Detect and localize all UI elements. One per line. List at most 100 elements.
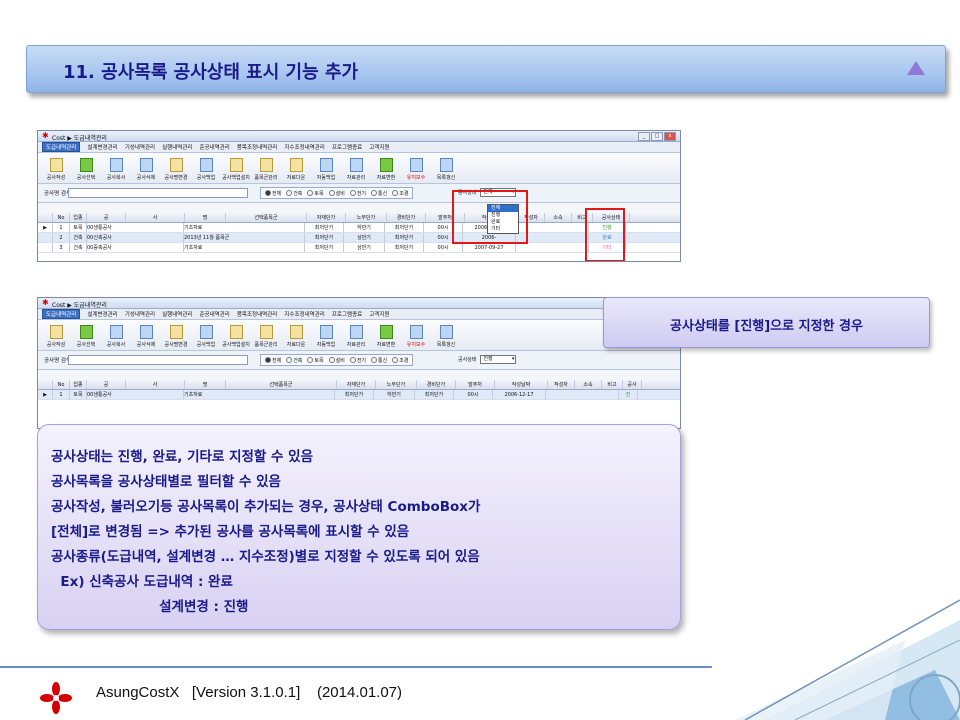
radio-option[interactable]: 통신 [371, 357, 387, 364]
rename-icon [169, 158, 183, 172]
status-combobox[interactable]: 진행 [480, 355, 517, 364]
app-logo-icon: ✱ [42, 298, 49, 307]
maximize-icon[interactable]: □ [651, 132, 663, 141]
toolbar-button[interactable]: 공사작성 [42, 158, 70, 183]
radio-option[interactable]: 토목 [307, 190, 324, 197]
radio-option[interactable]: 통신 [371, 190, 387, 197]
refresh-icon [439, 158, 453, 172]
toolbar-button[interactable]: 공사백업 [192, 325, 220, 350]
menu-item[interactable]: 지수조정내역관리 [284, 143, 324, 151]
toolbar-button[interactable]: 자료변환 [372, 158, 400, 183]
radio-option[interactable]: 건축 [286, 190, 302, 197]
menu-item[interactable]: 고객지원 [369, 310, 389, 318]
radio-option[interactable]: 조경 [392, 190, 408, 197]
menu-item[interactable]: 도급내역관리 [42, 309, 81, 319]
menu-item[interactable]: 준공내역관리 [200, 310, 230, 318]
toolbar-button[interactable]: 자료관리 [342, 325, 370, 350]
toolbar-button[interactable]: 목록갱신 [432, 158, 460, 183]
toolbar-button[interactable]: 공사선택 [72, 158, 100, 183]
toolbar: 공사작성 공사선택 공사복사 공사삭제 공사명변경 공사백업 공사백업설치 품목… [38, 320, 680, 351]
menu-item[interactable]: 품목조정내역관리 [237, 143, 277, 151]
radio-option[interactable]: 설비 [328, 190, 345, 197]
radio-option[interactable]: 조경 [392, 357, 408, 364]
toolbar-button[interactable]: 공사백업설치 [222, 158, 250, 183]
toolbar-button[interactable]: 자동백업 [312, 158, 340, 183]
toolbar-button[interactable]: 공사선택 [72, 325, 100, 350]
triangle-up-icon[interactable] [907, 61, 925, 75]
toolbar-button[interactable]: 자료다운 [282, 158, 310, 183]
menu-item[interactable]: 실행내역관리 [162, 310, 192, 318]
menu-item[interactable]: 프로그램종료 [332, 310, 362, 318]
toolbar-button[interactable]: 품목군관리 [252, 158, 280, 183]
toolbar-button[interactable]: 유지보수 [402, 325, 430, 350]
menu-item[interactable]: 준공내역관리 [200, 143, 230, 151]
toolbar-button[interactable]: 공사복사 [102, 325, 130, 350]
highlight-status-column [585, 208, 625, 261]
search-row: 공사명 검색 전체 건축 토목 설비 전기 통신 조경 공사상태 전체 [38, 184, 680, 203]
note-line: 공사종류(도급내역, 설계변경 … 지수조정)별로 지정할 수 있도록 되어 있… [51, 549, 480, 565]
menu-item[interactable]: 설계변경관리 [87, 310, 117, 318]
table-row[interactable]: ▶ 1 토목 00생통공사 기초자료 최저단가 하반기 최저단가 00시 200… [38, 223, 680, 233]
window-title: Cost ▶ 도급내역관리 [52, 135, 107, 142]
project-grid: No 업종 공 사 명 선택품목군 자재단가 노무단가 경비단가 발주처 작성날… [38, 213, 680, 261]
menu-item[interactable]: 실행내역관리 [162, 143, 192, 151]
copy-icon [109, 158, 123, 172]
toolbar-button[interactable]: 품목군관리 [252, 325, 280, 350]
checkmark-icon [79, 325, 93, 339]
folder-icon [229, 325, 243, 339]
menu-item[interactable]: 지수조정내역관리 [284, 310, 324, 318]
toolbar-button[interactable]: 공사복사 [102, 158, 130, 183]
menu-item[interactable]: 도급내역관리 [42, 142, 81, 152]
delete-icon [139, 158, 153, 172]
toolbar-button[interactable]: 공사명변경 [162, 158, 190, 183]
menu-item[interactable]: 기성내역관리 [125, 310, 155, 318]
radio-option[interactable]: 설비 [328, 357, 345, 364]
radio-option[interactable]: 전기 [349, 190, 366, 197]
window-title: Cost ▶ 도급내역관리 [52, 302, 107, 309]
auto-backup-icon [319, 325, 333, 339]
toolbar-button[interactable]: 공사삭제 [132, 158, 160, 183]
search-input[interactable] [68, 355, 248, 365]
grid-header: No 업종 공 사 명 선택품목군 자재단가 노무단가 경비단가 발주처 작성날… [38, 213, 680, 223]
table-row[interactable]: 2 건축 00신축공사 2013년 11월 품목군 최저단가 상반기 최저단가 … [38, 233, 680, 243]
toolbar-button[interactable]: 자동백업 [312, 325, 340, 350]
table-row[interactable]: ▶ 1 토목 00생통공사 기초자료 최저단가 하반기 최저단가 00시 200… [38, 390, 680, 400]
maintenance-icon [409, 158, 423, 172]
toolbar-button[interactable]: 공사작성 [42, 325, 70, 350]
highlight-status-filter [452, 190, 528, 244]
download-icon [289, 325, 303, 339]
grid-header: No 업종 공 사 명 선택품목군 자재단가 노무단가 경비단가 발주처 작성날… [38, 380, 680, 390]
menu-item[interactable]: 기성내역관리 [125, 143, 155, 151]
toolbar-button[interactable]: 공사명변경 [162, 325, 190, 350]
toolbar-button[interactable]: 공사백업 [192, 158, 220, 183]
menu-item[interactable]: 프로그램종료 [332, 143, 362, 151]
toolbar-button[interactable]: 공사백업설치 [222, 325, 250, 350]
radio-option[interactable]: 건축 [286, 357, 302, 364]
radio-option[interactable]: 전체 [265, 190, 281, 197]
search-input[interactable] [68, 188, 248, 198]
radio-option[interactable]: 토목 [307, 357, 324, 364]
close-icon[interactable]: x [664, 132, 676, 141]
window-controls: _ □ x [638, 132, 676, 141]
backup-icon [199, 158, 213, 172]
toolbar-button[interactable]: 자료관리 [342, 158, 370, 183]
radio-option[interactable]: 전체 [265, 357, 281, 364]
toolbar-button[interactable]: 자료변환 [372, 325, 400, 350]
menu-item[interactable]: 품목조정내역관리 [237, 310, 277, 318]
footer-version-text: AsungCostX [Version 3.1.0.1] (2014.01.07… [96, 684, 403, 701]
toolbar-button[interactable]: 공사삭제 [132, 325, 160, 350]
data-manage-icon [349, 325, 363, 339]
note-line: 설계변경 : 진행 [51, 599, 249, 615]
radio-option[interactable]: 전기 [349, 357, 366, 364]
toolbar-button[interactable]: 자료다운 [282, 325, 310, 350]
toolbar-button[interactable]: 목록갱신 [432, 325, 460, 350]
menu-item[interactable]: 고객지원 [369, 143, 389, 151]
toolbar-button[interactable]: 유지보수 [402, 158, 430, 183]
status-filter: 공사상태 진행 [458, 355, 517, 364]
menu-item[interactable]: 설계변경관리 [87, 143, 117, 151]
toolbar: 공사작성 공사선택 공사복사 공사삭제 공사명변경 공사백업 공사백업설치 품목… [38, 153, 680, 184]
table-row[interactable]: 3 건축 00증축공사 기초자료 최저단가 상반기 최저단가 00시 2007-… [38, 243, 680, 253]
refresh-icon [439, 325, 453, 339]
project-grid: No 업종 공 사 명 선택품목군 자재단가 노무단가 경비단가 발주처 작성날… [38, 380, 680, 428]
minimize-icon[interactable]: _ [638, 132, 650, 141]
